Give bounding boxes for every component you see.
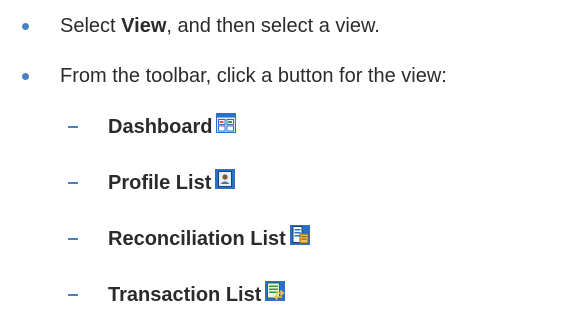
sub-item-label: Dashboard	[108, 116, 213, 138]
bullet-dot	[22, 23, 29, 30]
sub-item-label-wrap: Reconciliation List	[108, 225, 310, 251]
sub-item-label-wrap: Profile List	[108, 169, 236, 195]
sub-item-label: Profile List	[108, 172, 212, 194]
dashboard-icon	[216, 113, 237, 133]
reconciliation-list-icon	[289, 225, 310, 245]
text-pre: Select	[60, 15, 122, 37]
text-bold: View	[121, 15, 167, 37]
bullet-text: Select View, and then select a view.	[60, 14, 380, 38]
sub-item-label: Reconciliation List	[108, 228, 286, 250]
bullet-text: From the toolbar, click a button for the…	[60, 65, 447, 87]
bullet-dot	[22, 73, 29, 80]
sub-item-label-wrap: Dashboard	[108, 113, 237, 139]
transaction-list-icon	[265, 281, 286, 301]
sub-item-label: Transaction List	[108, 284, 262, 306]
dash-marker	[68, 238, 78, 240]
dash-marker	[68, 182, 78, 184]
profile-list-icon	[215, 169, 236, 189]
text-post: , and then select a view.	[166, 15, 380, 37]
dash-marker	[68, 294, 78, 296]
sub-item-label-wrap: Transaction List	[108, 281, 286, 307]
dash-marker	[68, 126, 78, 128]
